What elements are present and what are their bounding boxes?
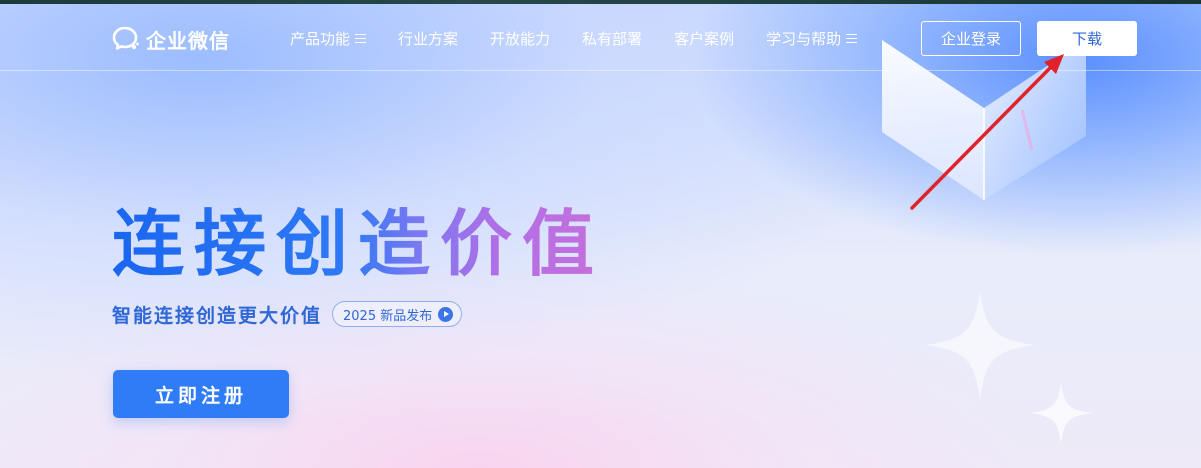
nav-item-private-deployment[interactable]: 私有部署 (582, 28, 642, 49)
wecom-logo-icon (112, 25, 140, 53)
hero-title: 连接创造价值 (112, 202, 605, 286)
nav-item-label: 开放能力 (490, 29, 551, 48)
brand-logo[interactable]: 企业微信 (112, 24, 230, 54)
menu-lines-icon (355, 33, 367, 43)
nav-item-label: 产品功能 (290, 29, 351, 48)
nav-item-label: 私有部署 (582, 29, 643, 48)
nav-item-label: 学习与帮助 (766, 29, 842, 48)
menu-lines-icon (846, 33, 858, 43)
enterprise-login-button[interactable]: 企业登录 (921, 21, 1021, 56)
sparkle-decoration-small (1030, 382, 1092, 444)
hero-subtitle-row: 智能连接创造更大价值 2025 新品发布 (112, 300, 463, 328)
sparkle-decoration (925, 290, 1035, 400)
nav-item-label: 行业方案 (398, 29, 459, 48)
download-button[interactable]: 下载 (1037, 21, 1137, 56)
nav-item-industry-solutions[interactable]: 行业方案 (398, 28, 458, 49)
brand-name: 企业微信 (146, 28, 230, 53)
register-button[interactable]: 立即注册 (113, 370, 289, 418)
hero-subtitle: 智能连接创造更大价值 (112, 304, 323, 327)
page-background: 企业微信 产品功能 行业方案 开放能力 私有部署 客户案例 学习与帮助 企业登录… (0, 0, 1201, 468)
release-badge-link[interactable]: 2025 新品发布 (332, 301, 463, 327)
navbar: 企业微信 产品功能 行业方案 开放能力 私有部署 客户案例 学习与帮助 企业登录… (0, 4, 1201, 71)
play-icon (438, 306, 454, 322)
nav-item-customer-cases[interactable]: 客户案例 (674, 28, 734, 49)
release-badge-label: 2025 新品发布 (343, 308, 433, 324)
nav-item-open-capabilities[interactable]: 开放能力 (490, 28, 550, 49)
nav-item-product-features[interactable]: 产品功能 (290, 28, 367, 49)
nav-item-label: 客户案例 (674, 29, 735, 48)
main-nav: 产品功能 行业方案 开放能力 私有部署 客户案例 学习与帮助 (290, 26, 889, 50)
nav-item-learning-help[interactable]: 学习与帮助 (766, 28, 858, 49)
